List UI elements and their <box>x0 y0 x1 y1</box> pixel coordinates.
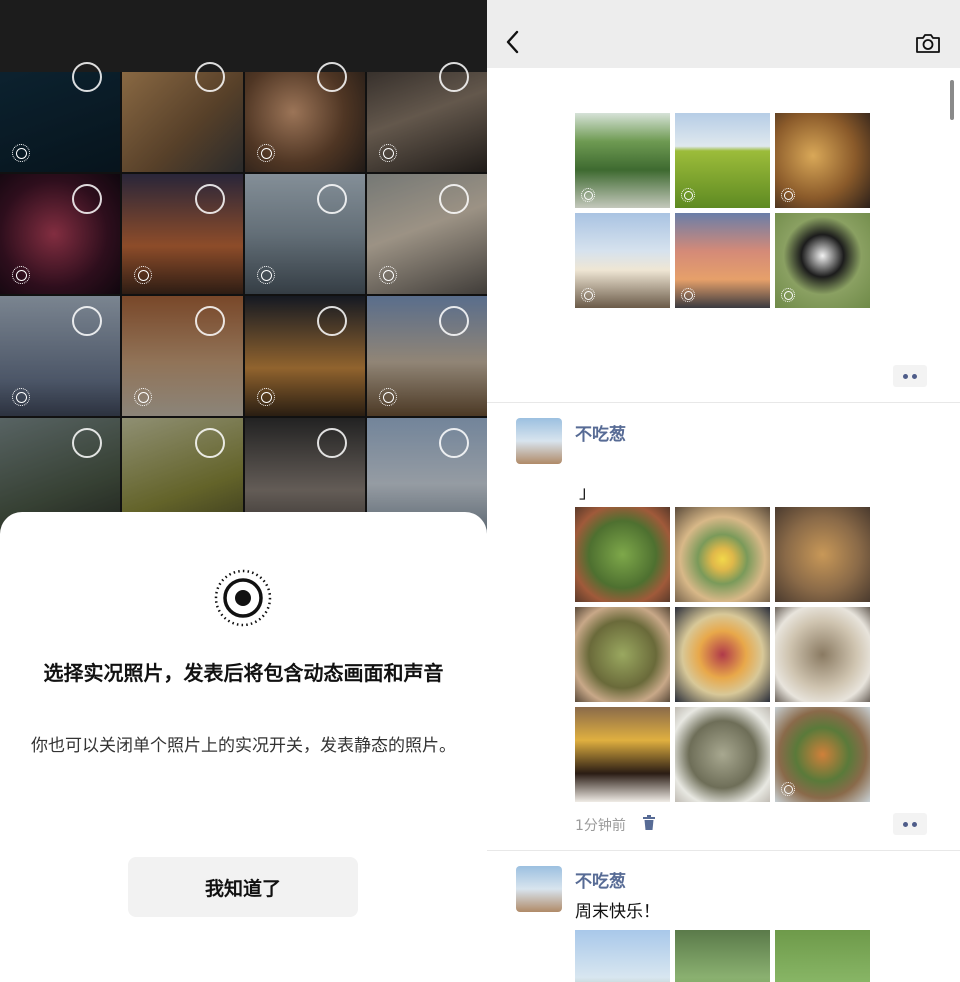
moments-feed-panel: 不吃葱 」 1分钟前 不吃葱 周末快乐！ <box>487 0 960 982</box>
post-divider <box>487 850 960 851</box>
live-photo-icon[interactable] <box>256 144 275 162</box>
picker-photo[interactable] <box>244 174 365 294</box>
post-photo[interactable] <box>775 213 870 308</box>
selection-circle-icon[interactable] <box>439 62 469 92</box>
selection-circle-icon[interactable] <box>316 306 347 336</box>
more-button[interactable] <box>893 813 927 835</box>
post-photo[interactable] <box>575 707 670 802</box>
photo-picker-grid <box>0 52 487 538</box>
post-divider <box>487 402 960 403</box>
selection-circle-icon[interactable] <box>439 184 469 214</box>
selection-circle-icon[interactable] <box>439 306 469 336</box>
photo-picker-panel: 选择实况照片，发表后将包含动态画面和声音 你也可以关闭单个照片上的实况开关，发表… <box>0 0 487 982</box>
more-dots-icon <box>903 822 908 827</box>
picker-photo[interactable] <box>122 174 243 294</box>
post-timestamp: 1分钟前 <box>575 818 626 834</box>
post-photo-grid <box>575 507 870 802</box>
picker-photo[interactable] <box>0 174 121 294</box>
sheet-description: 你也可以关闭单个照片上的实况开关，发表静态的照片。 <box>31 736 456 756</box>
selection-circle-icon[interactable] <box>194 306 225 336</box>
picker-photo[interactable] <box>122 296 243 416</box>
post-photo[interactable] <box>575 507 670 602</box>
post-photo[interactable] <box>575 113 670 208</box>
live-photo-icon[interactable] <box>134 266 153 284</box>
post-text: 」 <box>579 483 596 503</box>
post-username[interactable]: 不吃葱 <box>575 867 626 892</box>
live-photo-icon[interactable] <box>134 388 153 406</box>
selection-circle-icon[interactable] <box>439 428 469 458</box>
post-photo[interactable] <box>575 607 670 702</box>
selection-circle-icon[interactable] <box>72 306 103 336</box>
live-photo-icon <box>681 188 695 202</box>
post-photo[interactable] <box>775 113 870 208</box>
more-button[interactable] <box>893 365 927 387</box>
live-photo-icon <box>681 288 695 302</box>
post-photo[interactable] <box>675 707 770 802</box>
live-photo-icon[interactable] <box>378 266 397 284</box>
post-photo[interactable] <box>675 113 770 208</box>
avatar[interactable] <box>516 866 562 912</box>
live-photo-icon <box>781 188 795 202</box>
camera-icon[interactable] <box>915 32 941 54</box>
post-photo[interactable] <box>675 213 770 308</box>
picker-photo[interactable] <box>366 174 487 294</box>
live-photo-icon[interactable] <box>378 388 397 406</box>
selection-circle-icon[interactable] <box>194 428 225 458</box>
selection-circle-icon[interactable] <box>194 184 225 214</box>
selection-circle-icon[interactable] <box>316 62 347 92</box>
live-photo-icon[interactable] <box>256 266 275 284</box>
post-photo[interactable] <box>675 507 770 602</box>
selection-circle-icon[interactable] <box>194 62 225 92</box>
live-photo-icon[interactable] <box>12 144 30 162</box>
moments-nav-bar <box>487 0 960 68</box>
post-username[interactable]: 不吃葱 <box>575 420 626 445</box>
live-photo-icon <box>781 782 795 796</box>
selection-circle-icon[interactable] <box>316 428 347 458</box>
post-text: 周末快乐！ <box>575 902 660 922</box>
post-photo[interactable] <box>575 213 670 308</box>
post-photo[interactable] <box>675 930 770 982</box>
picker-photo[interactable] <box>0 296 121 416</box>
more-dots-icon <box>903 374 908 379</box>
post-photo[interactable] <box>775 507 870 602</box>
trash-icon[interactable] <box>642 815 656 831</box>
scrollbar[interactable] <box>950 80 954 120</box>
selection-circle-icon[interactable] <box>316 184 347 214</box>
live-photo-icon[interactable] <box>378 144 397 162</box>
post-photo[interactable] <box>775 607 870 702</box>
live-photo-icon <box>581 288 595 302</box>
selection-circle-icon[interactable] <box>72 184 103 214</box>
live-photo-icon[interactable] <box>12 266 30 284</box>
post-photo[interactable] <box>675 607 770 702</box>
selection-circle-icon[interactable] <box>72 428 103 458</box>
post-photo[interactable] <box>775 930 870 982</box>
picker-header <box>0 0 487 72</box>
post-photo-grid <box>575 113 870 308</box>
live-photo-icon[interactable] <box>256 388 275 406</box>
post-photo-grid <box>575 930 870 982</box>
post-photo[interactable] <box>575 930 670 982</box>
avatar[interactable] <box>516 418 562 464</box>
live-photo-icon[interactable] <box>12 388 30 406</box>
picker-photo[interactable] <box>244 296 365 416</box>
got-it-button[interactable]: 我知道了 <box>128 857 358 917</box>
live-photo-icon <box>781 288 795 302</box>
live-photo-icon <box>214 569 272 627</box>
post-photo[interactable] <box>775 707 870 802</box>
chevron-left-icon[interactable] <box>503 28 523 56</box>
sheet-title: 选择实况照片，发表后将包含动态画面和声音 <box>43 661 444 685</box>
selection-circle-icon[interactable] <box>72 62 103 92</box>
live-photo-icon <box>581 188 595 202</box>
picker-photo[interactable] <box>366 296 487 416</box>
